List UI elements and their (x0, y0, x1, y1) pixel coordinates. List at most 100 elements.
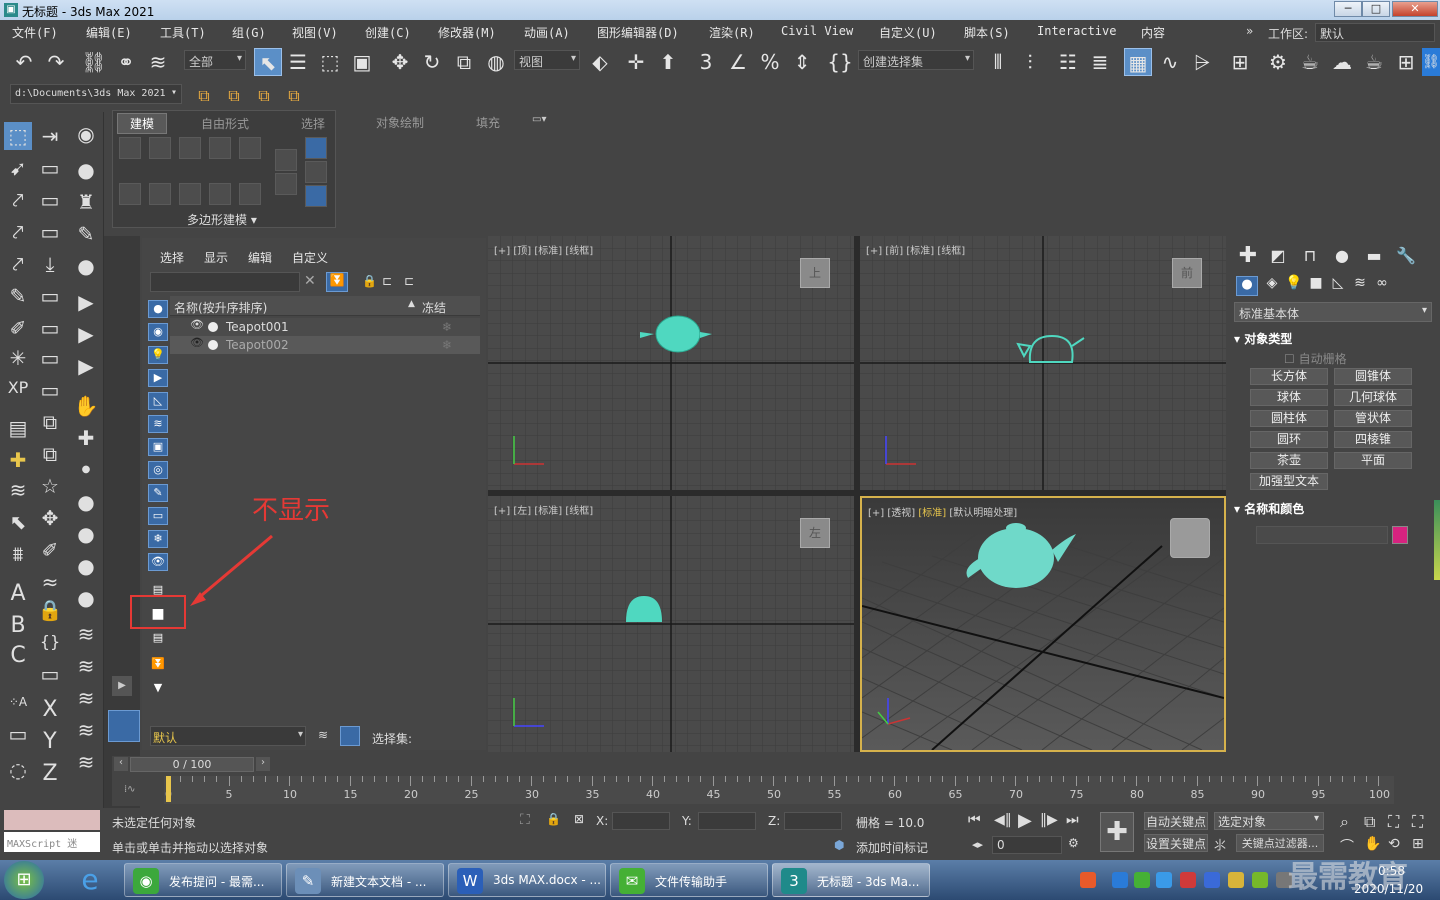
tray-qq-icon[interactable] (1156, 872, 1172, 888)
spinner-snap-icon[interactable]: ⇕ (788, 48, 816, 76)
set-key-button[interactable]: 设置关键点 (1144, 834, 1208, 852)
tab-selection[interactable]: 选择 (301, 115, 325, 132)
orbit-icon[interactable]: ⟲ (1388, 836, 1400, 852)
visibility-eye-icon[interactable]: 👁 (190, 318, 204, 331)
tray-nvidia-icon[interactable] (1252, 872, 1268, 888)
expand-arrow-icon[interactable]: ▶ (112, 676, 132, 696)
text-c-icon[interactable]: C (4, 642, 32, 670)
y-coord-field[interactable] (698, 812, 756, 830)
hierarchy2-icon[interactable]: ⊏ (404, 274, 414, 288)
scene-tab-select[interactable]: 选择 (160, 249, 184, 266)
display-cameras-icon[interactable]: ▶ (148, 369, 168, 387)
named-selection-dropdown[interactable]: 创建选择集 (858, 50, 974, 70)
ribbon-btn-5[interactable] (239, 137, 261, 159)
ribbon-btn-6[interactable] (119, 183, 141, 205)
tray-network-icon[interactable] (1112, 872, 1128, 888)
play-animation-icon[interactable]: ▶ (1018, 810, 1032, 831)
open-project-icon[interactable]: ⧉ (220, 82, 248, 110)
name-column-header[interactable]: 名称(按升序排序) (174, 299, 267, 316)
viewport-left-label[interactable]: [+] [左] [标准] [线框] (494, 502, 593, 517)
next-frame-icon[interactable]: ‖▶ (1040, 812, 1058, 828)
menu-animation[interactable]: 动画(A) (524, 24, 570, 41)
create-tab-icon[interactable]: ✚ (1234, 242, 1262, 270)
viewport-top-label[interactable]: [+] [顶] [标准] [线框] (494, 242, 593, 257)
current-frame-field[interactable]: 0 (992, 836, 1062, 854)
place-icon[interactable]: ◍ (482, 48, 510, 76)
tray-shield-icon[interactable] (1204, 872, 1220, 888)
systems-icon[interactable]: ∞ (1368, 272, 1396, 294)
display-groups-icon[interactable]: ▣ (148, 438, 168, 456)
select-by-name-icon[interactable]: ☰ (284, 48, 312, 76)
material-editor-icon[interactable]: ⚙ (1264, 48, 1292, 76)
hierarchy-tab-icon[interactable]: ⊓ (1296, 242, 1324, 270)
select-manipulate-icon[interactable]: ✛ (622, 48, 650, 76)
layer-stack-btn-icon[interactable]: ≋ (318, 728, 328, 742)
visibility-eye-hidden-icon[interactable]: 👁 (190, 336, 204, 349)
x-coord-field[interactable] (612, 812, 670, 830)
tool-icon[interactable]: ⧉ (36, 408, 64, 436)
viewport-top[interactable]: [+] [顶] [标准] [线框] 上 (488, 236, 854, 490)
object-color-swatch[interactable] (1392, 526, 1408, 544)
track-bar[interactable]: 0510152025303540455055606570758085909510… (164, 776, 1394, 804)
circle2-icon[interactable]: ● (72, 520, 100, 548)
tray-app-icon[interactable] (1228, 872, 1244, 888)
display-containers-icon[interactable]: ▭ (148, 507, 168, 525)
redo-icon[interactable]: ↷ (42, 48, 70, 76)
menu-modifiers[interactable]: 修改器(M) (438, 24, 496, 41)
display-lights-icon[interactable]: 💡 (148, 346, 168, 364)
text-b-icon[interactable]: B (4, 612, 32, 640)
create-project-icon[interactable]: ⧉ (250, 82, 278, 110)
selection-lock-icon[interactable]: 🔒 (546, 812, 561, 826)
maximize-button[interactable]: □ (1362, 1, 1390, 17)
sphere-icon[interactable]: ● (72, 156, 100, 184)
tab-modeling[interactable]: 建模 (117, 113, 168, 134)
key-mode-icon[interactable]: ◂▸ (972, 838, 983, 851)
ribbon-btn-15[interactable] (305, 185, 327, 207)
frame5-icon[interactable]: ▭ (36, 314, 64, 342)
zoom-all-icon[interactable]: ⧉ (1364, 812, 1375, 832)
percent-snap-icon[interactable]: % (756, 48, 784, 76)
freeze-icon[interactable]: ❄ (442, 338, 452, 352)
link-icon[interactable]: ⛓ (80, 48, 108, 76)
menu-group[interactable]: 组(G) (232, 24, 266, 41)
edit-named-sel-icon[interactable]: {} (826, 48, 854, 76)
sphere-button[interactable]: 球体 (1250, 389, 1328, 406)
prev-frame-icon[interactable]: ◀‖ (994, 812, 1012, 828)
display-tab-icon[interactable]: ▬ (1360, 242, 1388, 270)
goto-end-icon[interactable]: ⏭ (1066, 812, 1079, 828)
hand-icon[interactable]: ✋ (72, 392, 100, 420)
clear-search-icon[interactable]: ✕ (304, 273, 316, 289)
tab-populate[interactable]: 填充 (476, 114, 500, 131)
autodesk-account-icon[interactable]: ⛓ (1422, 48, 1440, 76)
cylinder-button[interactable]: 圆柱体 (1250, 410, 1328, 427)
frame6-icon[interactable]: ▭ (36, 344, 64, 372)
menu-customize[interactable]: 自定义(U) (879, 24, 937, 41)
utilities-tab-icon[interactable]: 🔧 (1392, 242, 1420, 270)
ribbon-btn-4[interactable] (209, 137, 231, 159)
snap-toggle-icon[interactable]: 3 (692, 48, 720, 76)
axis-x-icon[interactable]: X (36, 696, 64, 724)
ribbon-btn-1[interactable] (119, 137, 141, 159)
text-a-icon[interactable]: A (4, 580, 32, 608)
viewport-perspective-label[interactable]: [+] [透视] [标准] [默认明暗处理] (868, 504, 1017, 519)
project-folder-icon[interactable]: ⧉ (190, 82, 218, 110)
textplus-button[interactable]: 加强型文本 (1250, 473, 1328, 490)
dope-sheet-icon[interactable]: ⩥ (1188, 48, 1216, 76)
project-settings-icon[interactable]: ⧉ (280, 82, 308, 110)
filter-funnel-icon[interactable]: ⏬ (148, 656, 168, 674)
pivot-center-icon[interactable]: ⬖ (586, 48, 614, 76)
timeline-cursor[interactable] (166, 776, 171, 802)
object-type-rollout[interactable]: ▾ 对象类型 (1234, 330, 1430, 348)
time-config-icon[interactable]: ⚙ (1068, 836, 1079, 850)
circle1-icon[interactable]: ● (72, 488, 100, 516)
polyline-icon[interactable]: ✎ (4, 282, 32, 310)
render-setup-icon[interactable]: ☕ (1296, 48, 1324, 76)
goto-start-icon[interactable]: ⏮ (968, 812, 981, 828)
curve-editor-icon[interactable]: ∿ (1156, 48, 1184, 76)
maxscript-listener[interactable]: MAXScript 迷 (4, 832, 100, 852)
stack2-icon[interactable]: ≋ (72, 620, 100, 648)
minimize-button[interactable]: ─ (1334, 1, 1362, 17)
viewcube-top[interactable]: 上 (800, 258, 830, 288)
render-icon[interactable]: ☕ (1360, 48, 1388, 76)
angle-snap-icon[interactable]: ∠ (724, 48, 752, 76)
